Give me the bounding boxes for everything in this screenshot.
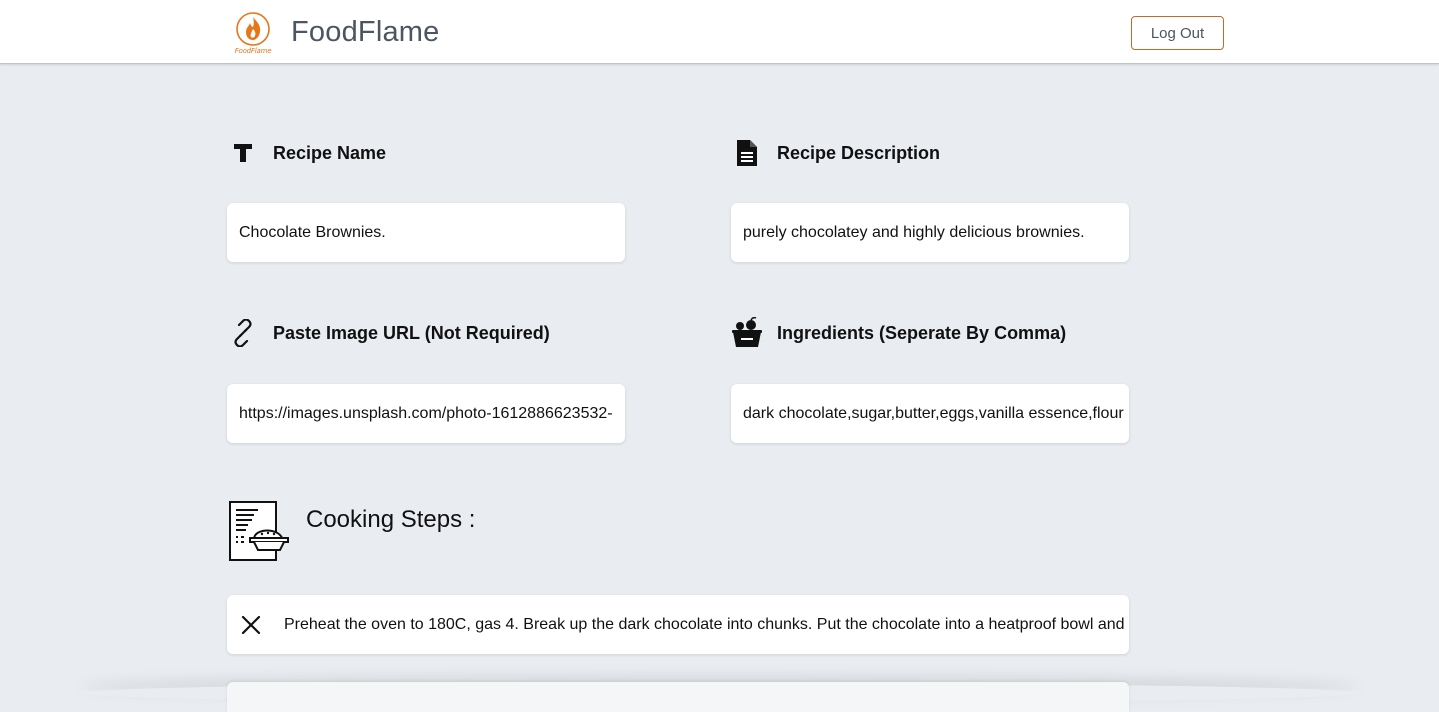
ingredients-label-text: Ingredients (Seperate By Comma) xyxy=(777,322,1067,343)
step-row[interactable]: Preheat the oven to 180C, gas 4. Break u… xyxy=(227,595,1129,654)
brand[interactable]: FoodFlame FoodFlame xyxy=(233,11,439,57)
image-url-field[interactable] xyxy=(227,384,625,443)
ingredients-bowl-icon xyxy=(731,317,763,349)
cooking-steps-title: Cooking Steps : xyxy=(306,506,476,533)
recipe-description-field[interactable] xyxy=(731,203,1129,262)
recipe-steps-icon xyxy=(228,500,290,562)
recipe-name-label: Recipe Name xyxy=(227,137,386,169)
document-icon xyxy=(731,137,763,169)
recipe-name-input[interactable] xyxy=(227,203,625,262)
recipe-description-input[interactable] xyxy=(731,203,1129,262)
brand-name: FoodFlame xyxy=(291,15,440,48)
link-icon xyxy=(227,317,259,349)
image-url-label-text: Paste Image URL (Not Required) xyxy=(273,322,550,343)
ingredients-field[interactable] xyxy=(731,384,1129,443)
logout-button[interactable]: Log Out xyxy=(1131,16,1224,50)
step-text[interactable]: Preheat the oven to 180C, gas 4. Break u… xyxy=(275,616,1129,634)
recipe-name-field[interactable] xyxy=(227,203,625,262)
ingredients-input[interactable] xyxy=(731,384,1129,443)
step-row-next[interactable] xyxy=(227,682,1129,712)
cooking-steps-heading: Cooking Steps : xyxy=(228,500,475,562)
close-icon[interactable] xyxy=(227,595,275,654)
image-url-input[interactable] xyxy=(227,384,625,443)
logo-caption: FoodFlame xyxy=(234,47,272,55)
recipe-name-label-text: Recipe Name xyxy=(273,142,387,163)
recipe-description-label: Recipe Description xyxy=(731,137,940,169)
image-url-label: Paste Image URL (Not Required) xyxy=(227,317,550,349)
flame-logo-icon: FoodFlame xyxy=(233,11,273,57)
app-header: FoodFlame FoodFlame Log Out xyxy=(0,0,1439,64)
recipe-description-label-text: Recipe Description xyxy=(777,142,941,163)
ingredients-label: Ingredients (Seperate By Comma) xyxy=(731,317,1066,349)
text-icon xyxy=(227,137,259,169)
